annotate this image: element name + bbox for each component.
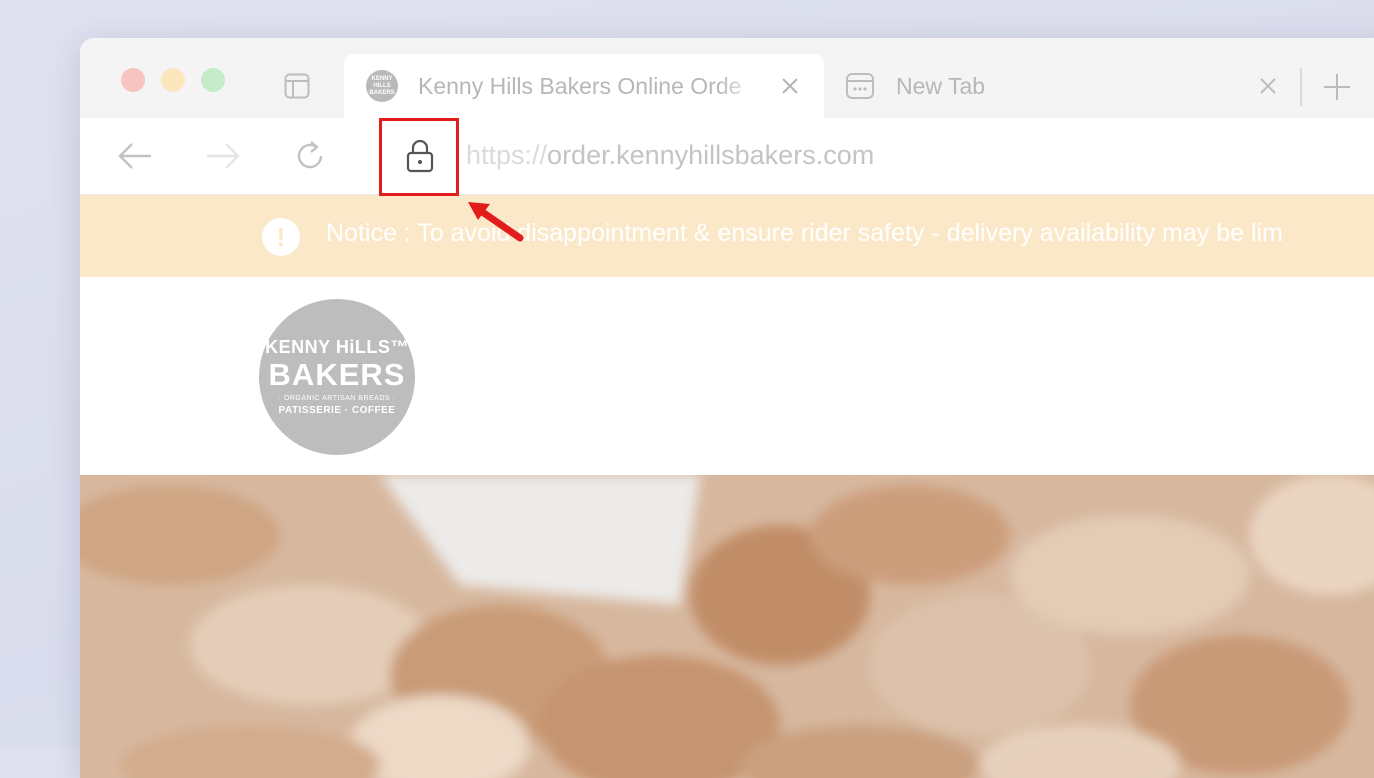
forward-arrow-icon[interactable] xyxy=(205,138,241,174)
zoom-window-button[interactable] xyxy=(201,68,225,92)
tab-title: Kenny Hills Bakers Online Orde xyxy=(418,73,742,99)
exclamation-icon: ! xyxy=(262,218,300,256)
hero-image xyxy=(80,475,1374,778)
tab-new-tab[interactable]: New Tab xyxy=(825,54,1325,118)
address-bar[interactable]: https://order.kennyhillsbakers.com xyxy=(466,140,874,171)
logo-line1: KENNY HiLLS™ xyxy=(265,337,409,357)
notice-banner: ! Notice : To avoid disappointment & ens… xyxy=(80,195,1374,277)
highlight-box xyxy=(379,118,459,196)
browser-window: KENNY HILLS BAKERS Kenny Hills Bakers Onl… xyxy=(80,38,1374,778)
kenny-hills-bakers-logo[interactable]: KENNY HiLLS™ BAKERS · ORGANIC ARTISAN BR… xyxy=(259,299,415,455)
sidebar-toggle-icon[interactable] xyxy=(284,73,310,99)
close-window-button[interactable] xyxy=(121,68,145,92)
minimize-window-button[interactable] xyxy=(161,68,185,92)
kenny-hills-favicon: KENNY HILLS BAKERS xyxy=(366,70,398,102)
tab-close-icon[interactable] xyxy=(780,76,800,96)
tab-title: New Tab xyxy=(896,73,986,99)
logo-line2: BAKERS xyxy=(268,357,406,392)
tab-strip: KENNY HILLS BAKERS Kenny Hills Bakers Onl… xyxy=(80,38,1374,118)
new-tab-grid-icon xyxy=(846,73,874,99)
reload-icon[interactable] xyxy=(292,138,328,174)
tab-kenny-hills[interactable]: KENNY HILLS BAKERS Kenny Hills Bakers Onl… xyxy=(344,54,824,118)
tab-divider xyxy=(1300,68,1302,106)
url-host: order.kennyhillsbakers.com xyxy=(547,140,875,170)
site-header: KENNY HiLLS™ BAKERS · ORGANIC ARTISAN BR… xyxy=(80,277,1374,475)
back-arrow-icon[interactable] xyxy=(117,138,153,174)
logo-line4: PATISSERIE · COFFEE xyxy=(278,405,396,416)
red-arrow-icon xyxy=(468,202,524,242)
browser-toolbar: https://order.kennyhillsbakers.com xyxy=(80,118,1374,195)
logo-line3: · ORGANIC ARTISAN BREADS · xyxy=(278,395,396,402)
plus-icon[interactable] xyxy=(1322,72,1352,102)
url-scheme: https:// xyxy=(466,140,548,170)
baked-pastry-photo xyxy=(80,475,1374,778)
close-icon[interactable] xyxy=(1258,76,1278,96)
